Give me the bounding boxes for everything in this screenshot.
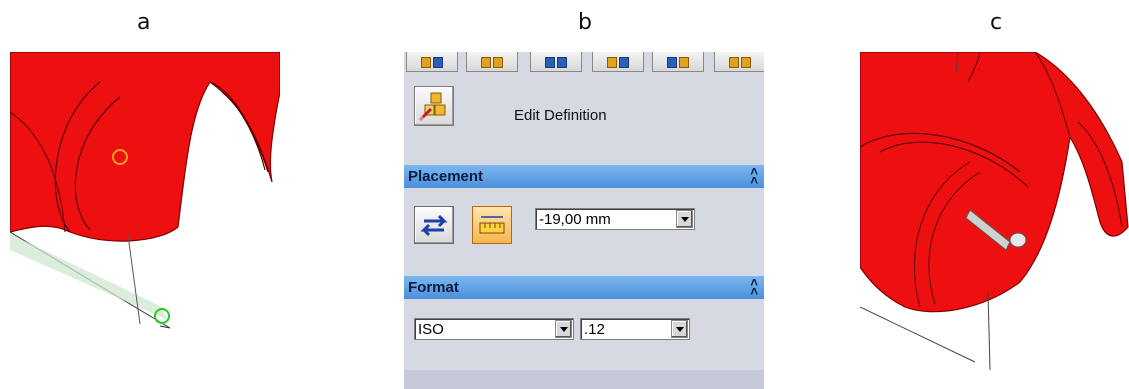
property-panel: Edit Definition Placement ˄ ˄ -19,00 mm F…	[404, 52, 764, 389]
viewport-a[interactable]	[10, 52, 280, 389]
sketch-icon	[421, 56, 443, 68]
toolbar-button-3[interactable]	[530, 52, 582, 72]
panel-label-b: b	[578, 10, 592, 35]
precision-dropdown[interactable]: .12	[580, 318, 690, 340]
edit-definition-label: Edit Definition	[514, 107, 607, 124]
edit-definition-icon	[418, 92, 446, 122]
pin-icon	[1009, 232, 1027, 248]
pattern-icon	[545, 56, 567, 68]
offset-distance-button[interactable]	[472, 206, 512, 244]
precision-value: .12	[584, 321, 605, 338]
ruler-icon	[479, 216, 505, 234]
pattern-icon	[729, 56, 751, 68]
toolbar-button-6[interactable]	[714, 52, 764, 72]
panel-footer	[404, 370, 764, 389]
standard-dropdown[interactable]: ISO	[414, 318, 574, 340]
placement-title: Placement	[408, 168, 484, 185]
swap-arrows-icon	[420, 214, 448, 237]
toolbar-button-4[interactable]	[592, 52, 644, 72]
edit-definition-button[interactable]	[414, 86, 454, 126]
placement-section-header[interactable]: Placement ˄ ˄	[404, 164, 764, 188]
chevron-down-icon[interactable]	[555, 320, 572, 338]
select-icon	[607, 56, 629, 68]
distance-dropdown[interactable]: -19,00 mm	[535, 208, 695, 230]
format-title: Format	[408, 279, 459, 296]
part-render-c	[860, 52, 1129, 371]
toolbar-button-1[interactable]	[406, 52, 458, 72]
viewport-c[interactable]	[860, 52, 1129, 389]
sketch-icon	[667, 56, 689, 68]
toolbar-button-5[interactable]	[652, 52, 704, 72]
swap-direction-button[interactable]	[414, 206, 454, 244]
panel-label-c: c	[990, 10, 1003, 35]
chevron-down-icon[interactable]	[671, 320, 688, 338]
toolbar-row	[404, 52, 764, 74]
format-section-header[interactable]: Format ˄ ˄	[404, 275, 764, 299]
collapse-chevron-icon[interactable]: ˄ ˄	[750, 276, 758, 298]
distance-value: -19,00 mm	[539, 211, 611, 228]
select-icon	[481, 56, 503, 68]
part-render-a	[10, 52, 280, 329]
panel-label-a: a	[137, 10, 151, 35]
standard-value: ISO	[418, 321, 444, 338]
collapse-chevron-icon[interactable]: ˄ ˄	[750, 165, 758, 187]
toolbar-button-2[interactable]	[466, 52, 518, 72]
chevron-down-icon[interactable]	[676, 210, 693, 228]
